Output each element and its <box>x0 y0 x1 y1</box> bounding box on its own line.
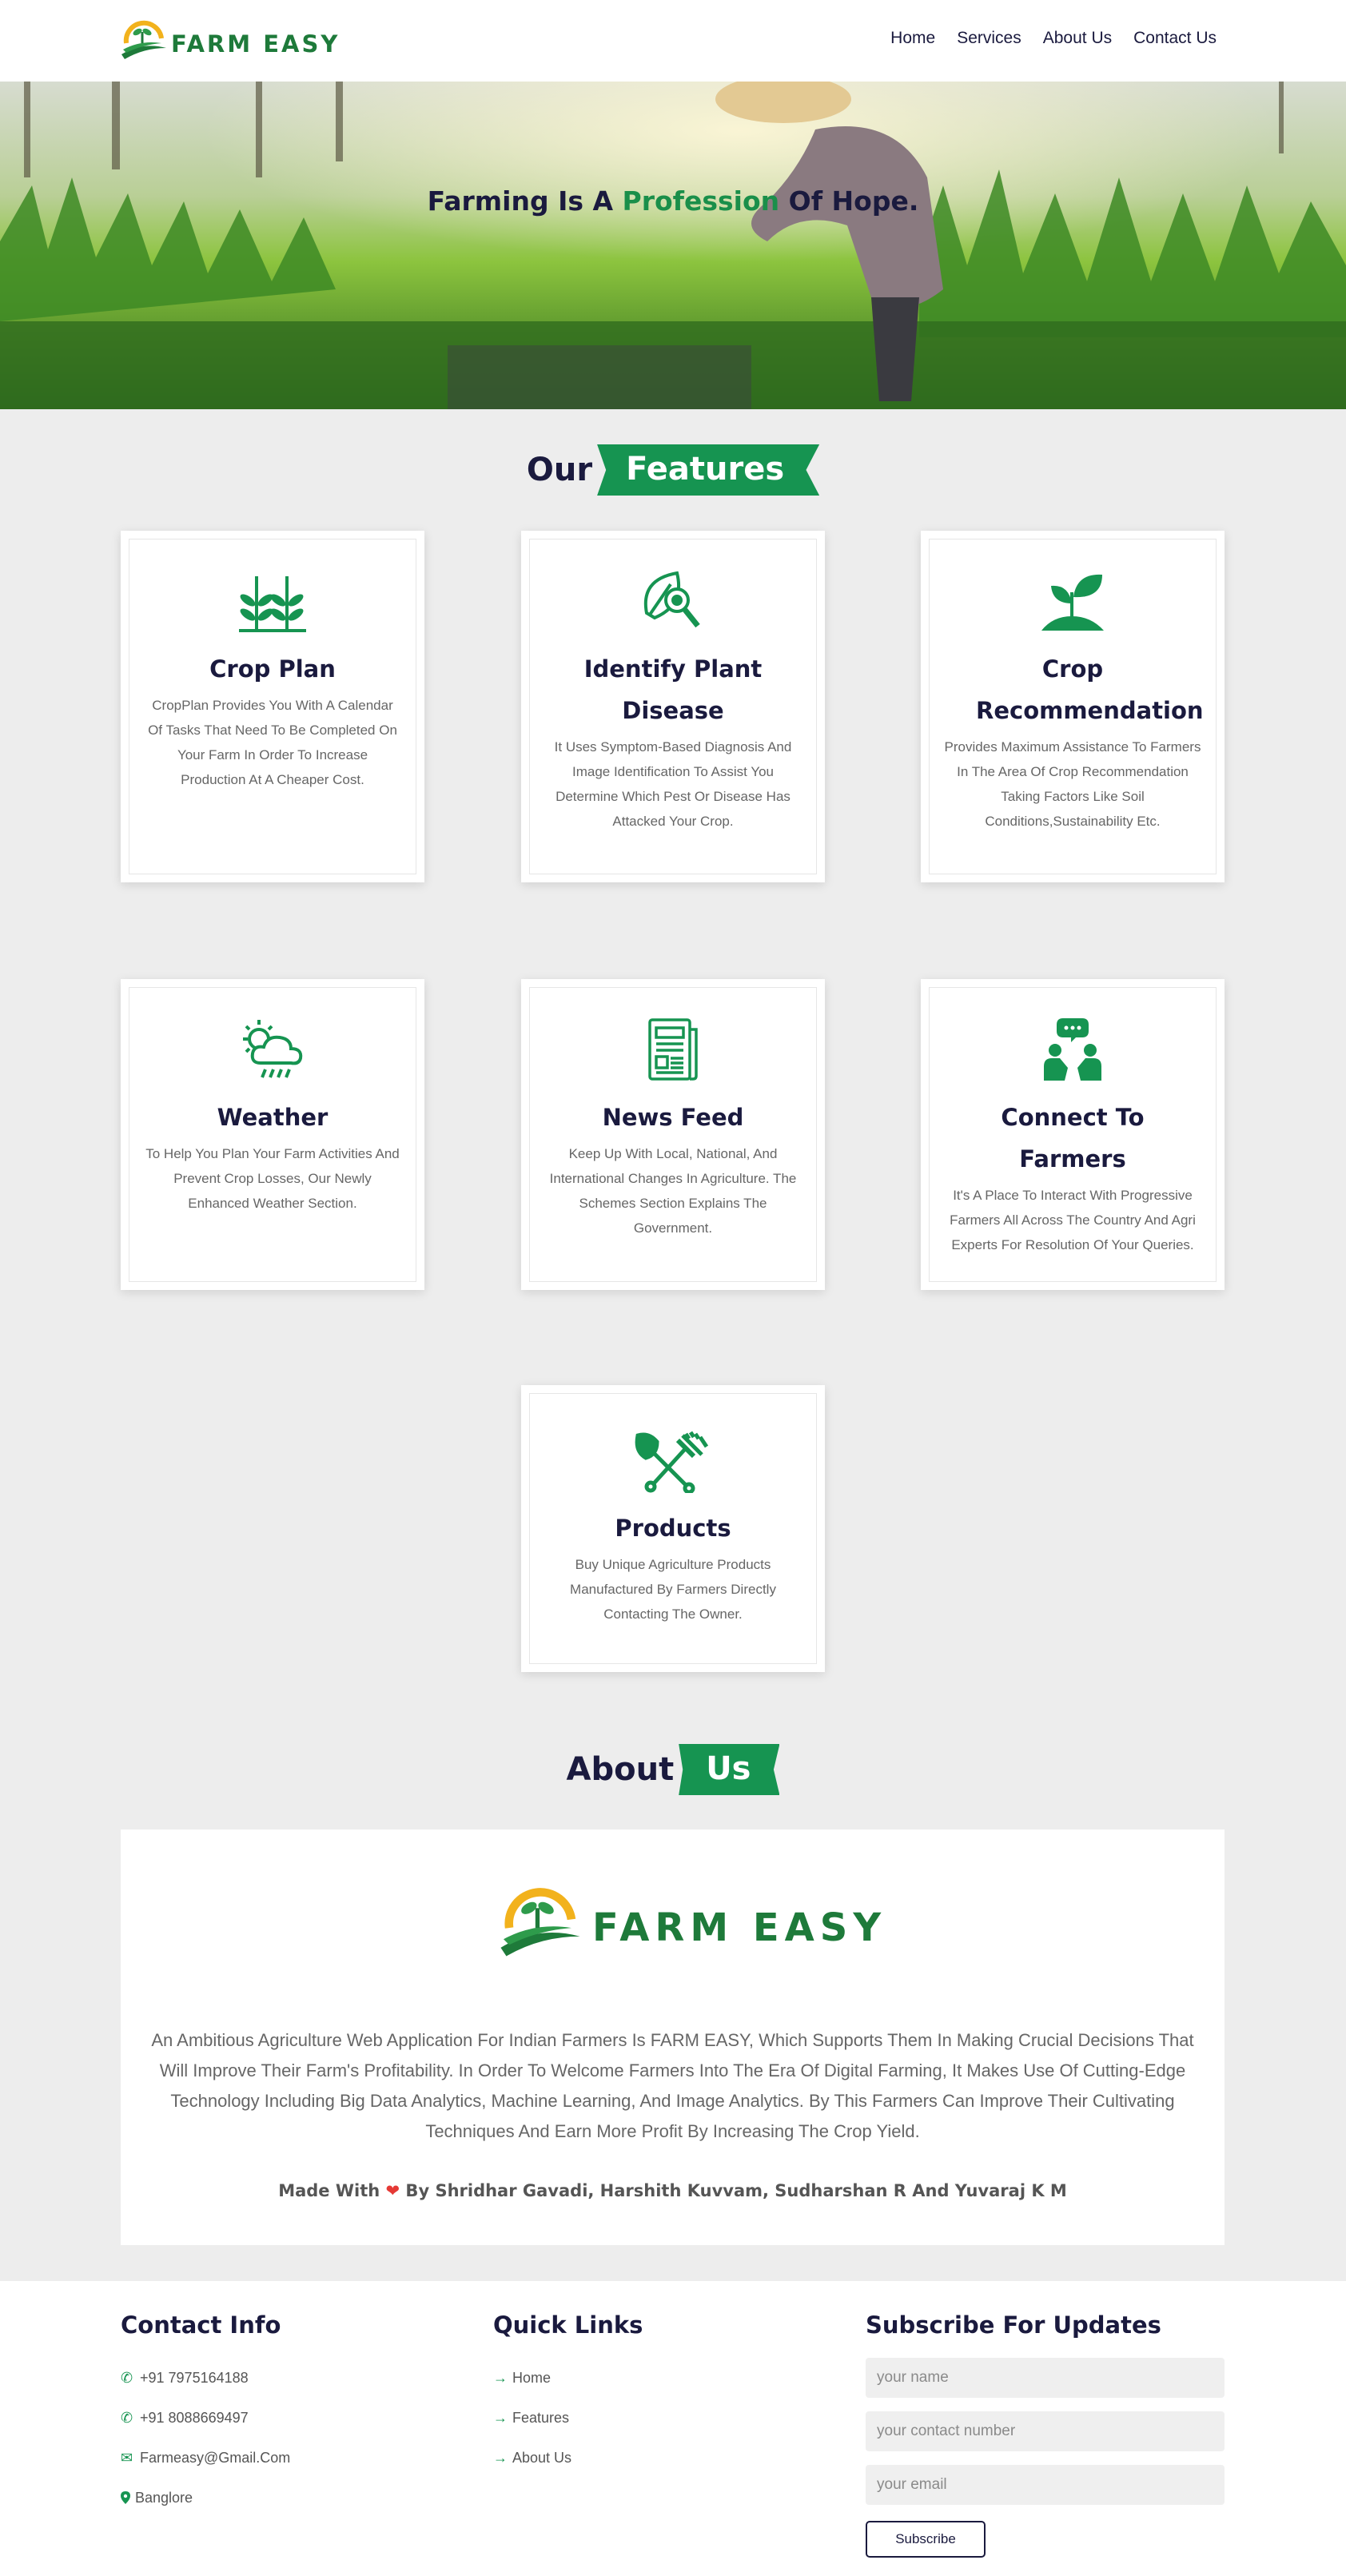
card-text: Provides Maximum Assistance To Farmers I… <box>944 739 1201 829</box>
card-text: Buy Unique Agriculture Products Manufact… <box>570 1557 776 1622</box>
site-logo[interactable]: FARM EASY <box>120 18 340 62</box>
feature-card-products[interactable]: Products Buy Unique Agriculture Products… <box>521 1385 825 1672</box>
card-text: CropPlan Provides You With A Calendar Of… <box>148 698 397 787</box>
card-title: Weather <box>217 1104 329 1131</box>
card-title: Crop Recommendation <box>976 655 1204 724</box>
footer-contact-info: Contact Info ✆ +91 7975164188 ✆ +91 808866… <box>121 2311 290 2518</box>
sprout-soil-icon <box>944 568 1201 634</box>
contact-text: Banglore <box>135 2489 193 2506</box>
nav-about-us[interactable]: About Us <box>1043 29 1112 48</box>
site-header: FARM EASY Home Services About Us Contact… <box>0 0 1346 82</box>
weather-cloud-rain-icon <box>144 1017 401 1082</box>
hero-title-part1: Farming Is A <box>427 185 623 217</box>
card-title: Connect To Farmers <box>1001 1104 1145 1173</box>
card-inner: News Feed Keep Up With Local, National, … <box>529 987 817 1282</box>
heart-icon: ❤ <box>385 2181 400 2200</box>
contact-item-phone-2[interactable]: ✆ +91 8088669497 <box>121 2398 290 2438</box>
footer-contact-title: Contact Info <box>121 2311 281 2339</box>
map-pin-icon <box>121 2491 135 2504</box>
link-text: Home <box>512 2369 552 2386</box>
card-inner: Products Buy Unique Agriculture Products… <box>529 1393 817 1664</box>
name-input[interactable] <box>866 2358 1225 2398</box>
contact-text: +91 7975164188 <box>140 2369 249 2386</box>
footer-link-home[interactable]: → Home <box>493 2358 643 2398</box>
link-text: Features <box>512 2409 570 2426</box>
feature-card-identify-plant-disease[interactable]: Identify Plant Disease It Uses Symptom-B… <box>521 531 825 882</box>
about-heading-ribbon: Us <box>679 1744 780 1795</box>
link-text: About Us <box>512 2449 572 2466</box>
card-title: News Feed <box>602 1104 744 1131</box>
card-title: Crop Plan <box>209 655 336 683</box>
feature-card-crop-recommendation[interactable]: Crop Recommendation Provides Maximum Ass… <box>921 531 1225 882</box>
phone-icon: ✆ <box>121 2369 133 2386</box>
footer-subscribe: Subscribe For Updates Subscribe <box>866 2311 1225 2558</box>
card-inner: Connect To Farmers It's A Place To Inter… <box>929 987 1217 1282</box>
logo-text: FARM EASY <box>171 30 340 58</box>
contact-item-location[interactable]: Banglore <box>121 2478 290 2518</box>
footer-link-about-us[interactable]: → About Us <box>493 2438 643 2478</box>
hero-title: Farming Is A Profession Of Hope. <box>0 185 1346 217</box>
feature-card-weather[interactable]: Weather To Help You Plan Your Farm Activ… <box>121 979 424 1290</box>
footer-subscribe-title: Subscribe For Updates <box>866 2311 1161 2339</box>
features-heading-ribbon: Features <box>597 444 820 496</box>
about-heading: About Us <box>0 1744 1346 1795</box>
hero-title-highlight: Profession <box>622 185 780 217</box>
subscribe-button[interactable]: Subscribe <box>866 2521 986 2558</box>
people-chat-icon <box>944 1017 1201 1082</box>
about-logo-text: FARM EASY <box>592 1905 887 1950</box>
contact-text: +91 8088669497 <box>140 2409 249 2426</box>
features-heading: Our Features <box>0 444 1346 496</box>
nav-home[interactable]: Home <box>890 29 935 48</box>
nav-contact-us[interactable]: Contact Us <box>1133 29 1217 48</box>
footer-links-title: Quick Links <box>493 2311 643 2339</box>
card-inner: Crop Recommendation Provides Maximum Ass… <box>929 539 1217 874</box>
arrow-right-icon: → <box>493 2409 508 2426</box>
card-inner: Identify Plant Disease It Uses Symptom-B… <box>529 539 817 874</box>
hero-farm-image <box>0 82 1346 409</box>
about-description: An Ambitious Agriculture Web Application… <box>151 2030 1194 2141</box>
contact-text: Farmeasy@Gmail.Com <box>140 2449 291 2466</box>
shovel-rake-icon <box>544 1427 802 1493</box>
main-nav: Home Services About Us Contact Us <box>890 29 1217 48</box>
phone-icon: ✆ <box>121 2409 133 2426</box>
footer-quick-links: Quick Links → Home → Features → About Us <box>493 2311 643 2478</box>
seedling-plants-icon <box>144 568 401 634</box>
credit-prefix: Made With <box>278 2181 386 2200</box>
envelope-icon: ✉ <box>121 2449 133 2466</box>
card-title: Identify Plant Disease <box>583 655 763 724</box>
feature-card-connect-to-farmers[interactable]: Connect To Farmers It's A Place To Inter… <box>921 979 1225 1290</box>
card-inner: Weather To Help You Plan Your Farm Activ… <box>129 987 416 1282</box>
contact-number-input[interactable] <box>866 2411 1225 2451</box>
hero-title-part2: Of Hope. <box>779 185 919 217</box>
card-title: Products <box>615 1515 731 1542</box>
footer-link-features[interactable]: → Features <box>493 2398 643 2438</box>
farm-logo-icon <box>500 1888 580 1957</box>
hero-banner: Farming Is A Profession Of Hope. <box>0 82 1346 409</box>
credit-authors: By Shridhar Gavadi, Harshith Kuvvam, Sud… <box>400 2181 1067 2200</box>
nav-services[interactable]: Services <box>957 29 1021 48</box>
contact-item-phone-1[interactable]: ✆ +91 7975164188 <box>121 2358 290 2398</box>
newspaper-icon <box>544 1017 802 1082</box>
feature-card-news-feed[interactable]: News Feed Keep Up With Local, National, … <box>521 979 825 1290</box>
leaf-magnifier-icon <box>544 568 802 634</box>
arrow-right-icon: → <box>493 2369 508 2386</box>
about-heading-left: About <box>566 1751 675 1788</box>
card-inner: Crop Plan CropPlan Provides You With A C… <box>129 539 416 874</box>
farm-logo-icon <box>121 20 166 59</box>
about-credit: Made With ❤ By Shridhar Gavadi, Harshith… <box>121 2181 1225 2200</box>
about-section: FARM EASY An Ambitious Agriculture Web A… <box>121 1829 1225 2245</box>
about-logo: FARM EASY <box>496 1885 886 1959</box>
site-footer: Contact Info ✆ +91 7975164188 ✆ +91 808866… <box>0 2281 1346 2576</box>
features-heading-left: Our <box>526 452 593 488</box>
contact-item-email[interactable]: ✉ Farmeasy@Gmail.Com <box>121 2438 290 2478</box>
arrow-right-icon: → <box>493 2449 508 2466</box>
feature-card-crop-plan[interactable]: Crop Plan CropPlan Provides You With A C… <box>121 531 424 882</box>
email-input[interactable] <box>866 2465 1225 2505</box>
card-text: Keep Up With Local, National, And Intern… <box>549 1146 797 1236</box>
card-text: To Help You Plan Your Farm Activities An… <box>145 1146 400 1211</box>
card-text: It's A Place To Interact With Progressiv… <box>950 1188 1196 1252</box>
card-text: It Uses Symptom-Based Diagnosis And Imag… <box>554 739 792 829</box>
